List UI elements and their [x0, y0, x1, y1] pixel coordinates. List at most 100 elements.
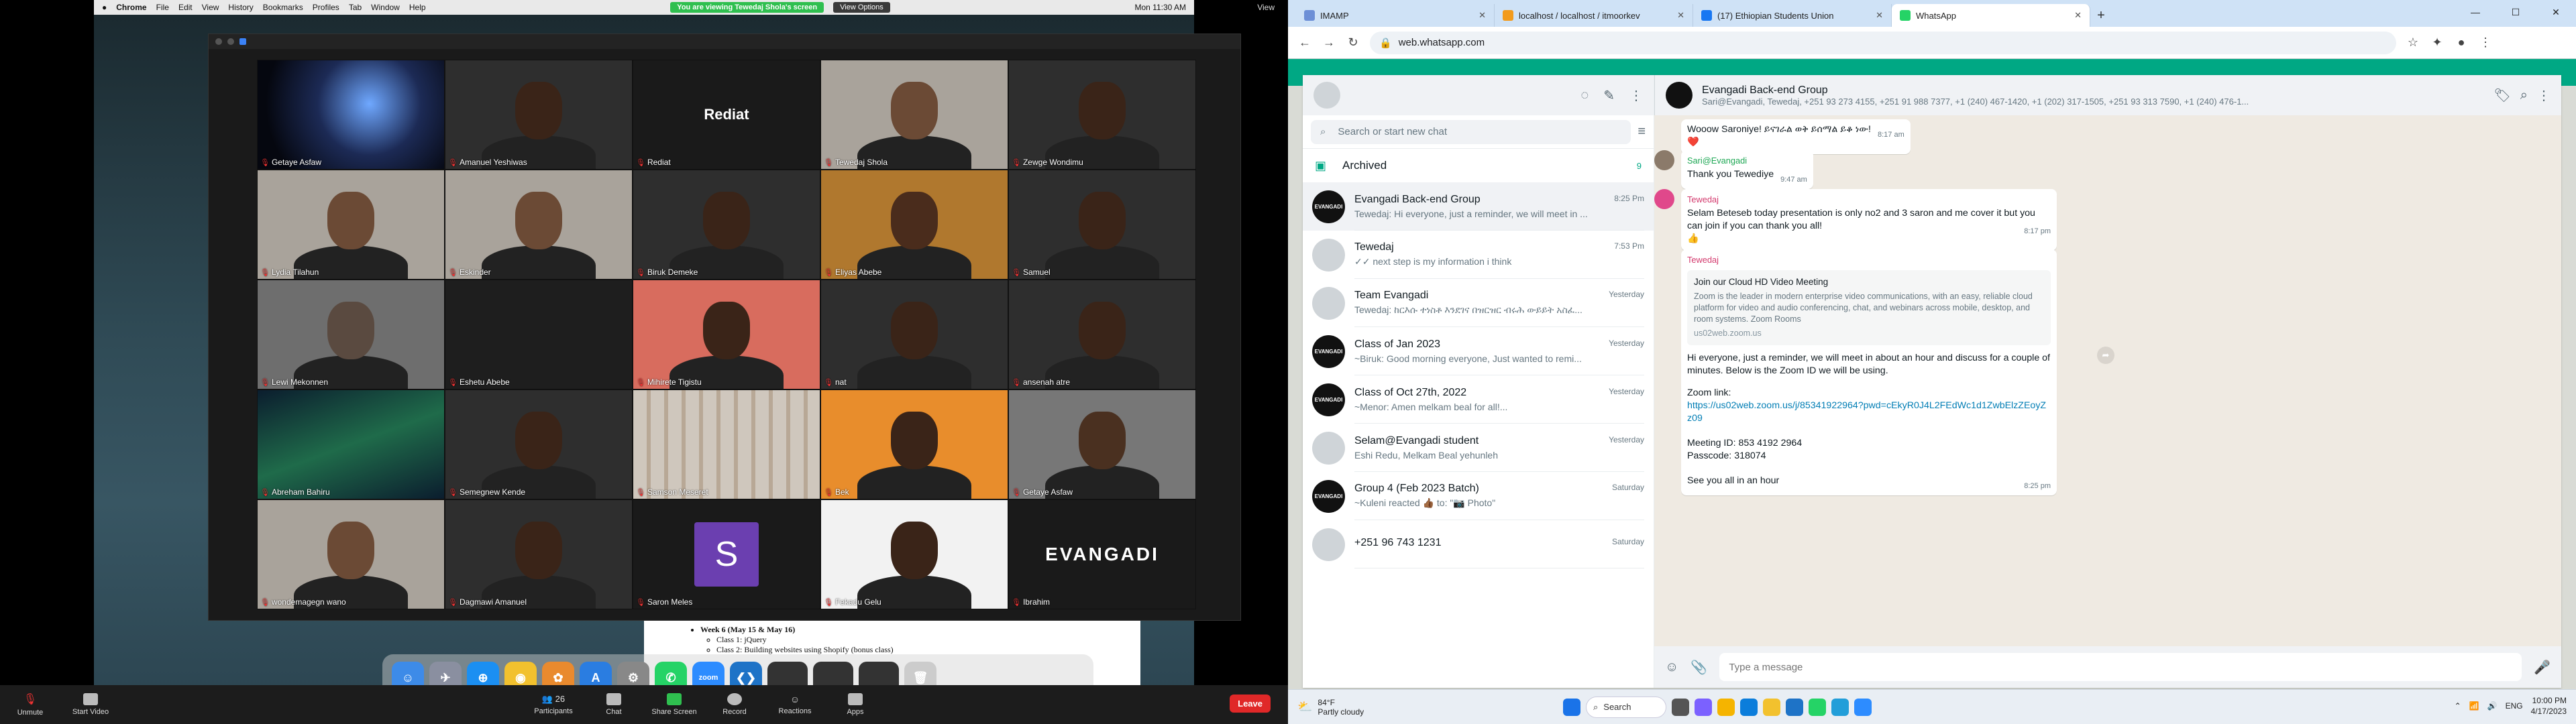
participant-tile[interactable]: 🎙 Zewge Wondimu: [1008, 60, 1196, 170]
volume-icon[interactable]: 🔊: [2487, 701, 2498, 711]
participant-tile[interactable]: 🎙 Getaye Asfaw: [1008, 389, 1196, 499]
task-view-icon[interactable]: [1672, 698, 1689, 716]
filter-icon[interactable]: ≡: [1638, 124, 1646, 139]
participant-tile[interactable]: 🎙 Fekadu Gelu: [820, 499, 1008, 609]
reactions-button[interactable]: ☺ Reactions: [765, 694, 825, 715]
tab-whatsapp[interactable]: WhatsApp ✕: [1892, 4, 2090, 27]
telegram-icon[interactable]: [1831, 698, 1849, 716]
participant-tile[interactable]: 🎙 Biruk Demeke: [633, 170, 820, 280]
participant-tile[interactable]: 🎙 Eskinder: [445, 170, 633, 280]
chat-list-item[interactable]: EVANGADI Group 4 (Feb 2023 Batch) Saturday…: [1303, 472, 1654, 520]
windows-start-icon[interactable]: [1563, 698, 1580, 716]
menu-help[interactable]: Help: [409, 3, 426, 12]
message-input[interactable]: [1719, 653, 2522, 681]
chat-list-item[interactable]: EVANGADI Class of Jan 2023 Yesterday ~Biruk…: [1303, 327, 1654, 375]
participant-tile[interactable]: 🎙 Semegnew Kende: [445, 389, 633, 499]
participant-tile[interactable]: 🎙 Abreham Bahiru: [257, 389, 445, 499]
forward-icon[interactable]: ➦: [2097, 347, 2114, 364]
participant-tile[interactable]: 🎙 Lydia Tilahun: [257, 170, 445, 280]
sender-avatar[interactable]: [1654, 189, 1674, 209]
leave-button[interactable]: Leave: [1230, 695, 1271, 713]
unmute-button[interactable]: 🎙 Unmute: [0, 692, 60, 717]
search-input[interactable]: ⌕ Search or start new chat: [1311, 119, 1631, 144]
participant-tile[interactable]: EVANGADI 🎙 Ibrahim: [1008, 499, 1196, 609]
conversation-menu-icon[interactable]: ⋮: [2537, 87, 2551, 104]
participant-tile[interactable]: 🎙 Dagmawi Amanuel: [445, 499, 633, 609]
attach-icon[interactable]: 📎: [1690, 659, 1707, 676]
menu-file[interactable]: File: [156, 3, 169, 12]
new-tab-icon[interactable]: +: [2090, 4, 2112, 27]
url-field[interactable]: 🔒 web.whatsapp.com: [1370, 31, 2396, 54]
taskbar-search[interactable]: ⌕ Search: [1586, 696, 1666, 718]
chat-list-item[interactable]: EVANGADI Evangadi Back-end Group 8:25 Pm Te…: [1303, 182, 1654, 231]
minimize-icon[interactable]: —: [2455, 0, 2496, 24]
weather-widget[interactable]: ⛅ 84°F Partly cloudy: [1288, 698, 1462, 717]
close-tab-icon[interactable]: ✕: [1876, 10, 1883, 21]
close-tab-icon[interactable]: ✕: [2074, 10, 2082, 21]
menu-edit[interactable]: Edit: [178, 3, 193, 12]
new-chat-icon[interactable]: ✎: [1603, 87, 1615, 104]
participant-tile[interactable]: 🎙 Getaye Asfaw: [257, 60, 445, 170]
profile-icon[interactable]: ●: [2454, 36, 2469, 50]
grid-view-icon[interactable]: [239, 38, 246, 45]
chat-list-item[interactable]: Tewedaj 7:53 Pm ✓✓ next step is my informa…: [1303, 231, 1654, 279]
wifi-icon[interactable]: 📶: [2469, 701, 2479, 711]
sender-avatar[interactable]: [1654, 150, 1674, 170]
participant-tile[interactable]: S 🎙 Saron Meles: [633, 499, 820, 609]
chat-list-item[interactable]: +251 96 743 1231 Saturday: [1303, 520, 1654, 568]
close-window-icon[interactable]: ✕: [2536, 0, 2576, 24]
participant-tile[interactable]: 🎙 Mihirete Tigistu: [633, 280, 820, 389]
archived-row[interactable]: ▣ Archived 9: [1303, 149, 1654, 182]
participant-tile[interactable]: 🎙 Eshetu Abebe: [445, 280, 633, 389]
taskbar-clock[interactable]: 10:00 PM 4/17/2023: [2531, 695, 2567, 717]
apps-button[interactable]: Apps: [825, 693, 885, 716]
view-options-button[interactable]: View Options: [833, 2, 890, 13]
file-explorer-icon[interactable]: [1717, 698, 1735, 716]
share-screen-button[interactable]: Share Screen: [644, 693, 704, 716]
conversation-search-icon[interactable]: ⌕: [2520, 88, 2528, 103]
bookmark-star-icon[interactable]: ☆: [2406, 36, 2420, 50]
participant-tile[interactable]: Rediat 🎙 Rediat: [633, 60, 820, 170]
participant-tile[interactable]: 🎙 Eliyas Abebe: [820, 170, 1008, 280]
forward-icon[interactable]: →: [1322, 36, 1336, 50]
tab-ethiopian-students-union[interactable]: (17) Ethiopian Students Union ✕: [1693, 4, 1892, 27]
close-tab-icon[interactable]: ✕: [1479, 10, 1486, 21]
lock-icon[interactable]: 🔒: [1379, 37, 1392, 49]
start-video-button[interactable]: Start Video: [60, 693, 121, 716]
menu-tab[interactable]: Tab: [349, 3, 362, 12]
menu-view[interactable]: View: [202, 3, 219, 12]
message-bubble[interactable]: Tewedaj Selam Beteseb today presentation…: [1681, 189, 2057, 251]
teams-icon[interactable]: [1695, 698, 1712, 716]
labels-icon[interactable]: 🏷: [2493, 87, 2510, 104]
chat-list-item[interactable]: Selam@Evangadi student Yesterday Eshi Redu…: [1303, 424, 1654, 472]
menu-icon[interactable]: ⋮: [1629, 87, 1643, 104]
participant-tile[interactable]: 🎙 nat: [820, 280, 1008, 389]
zoom-taskbar-icon[interactable]: [1854, 698, 1872, 716]
chat-button[interactable]: Chat: [584, 693, 644, 716]
participant-tile[interactable]: 🎙 Tewedaj Shola: [820, 60, 1008, 170]
close-tab-icon[interactable]: ✕: [1677, 10, 1684, 21]
participant-tile[interactable]: 🎙 ansenah atre: [1008, 280, 1196, 389]
microphone-icon[interactable]: 🎤: [2534, 659, 2551, 676]
tray-chevron-icon[interactable]: ⌃: [2455, 701, 2461, 711]
language-indicator[interactable]: ENG: [2506, 701, 2523, 711]
menu-clock[interactable]: Mon 11:30 AM: [1135, 3, 1187, 12]
participant-tile[interactable]: 🎙 Amanuel Yeshiwas: [445, 60, 633, 170]
message-bubble[interactable]: Sari@Evangadi Thank you Tewediye 9:47 am: [1681, 150, 1813, 189]
menu-window[interactable]: Window: [371, 3, 400, 12]
browser-menu-icon[interactable]: ⋮: [2478, 36, 2493, 50]
close-dot-icon[interactable]: [215, 38, 222, 45]
status-icon[interactable]: ◌: [1580, 88, 1589, 103]
menu-profiles[interactable]: Profiles: [313, 3, 339, 12]
participant-tile[interactable]: 🎙 Samuel: [1008, 170, 1196, 280]
chrome-taskbar-icon[interactable]: [1763, 698, 1780, 716]
my-avatar[interactable]: [1313, 82, 1340, 109]
menu-app-name[interactable]: Chrome: [116, 3, 146, 12]
conversation-header[interactable]: Evangadi Back-end Group Sari@Evangadi, T…: [1654, 75, 2561, 115]
participants-button[interactable]: 👥 26 Participants: [523, 694, 584, 715]
emoji-icon[interactable]: ☺: [1665, 660, 1678, 675]
participant-tile[interactable]: 🎙 Samson Meseret: [633, 389, 820, 499]
zoom-link[interactable]: https://us02web.zoom.us/j/85341922964?pw…: [1687, 400, 2051, 425]
chat-list-item[interactable]: EVANGADI Class of Oct 27th, 2022 Yesterday…: [1303, 375, 1654, 424]
menu-history[interactable]: History: [228, 3, 253, 12]
